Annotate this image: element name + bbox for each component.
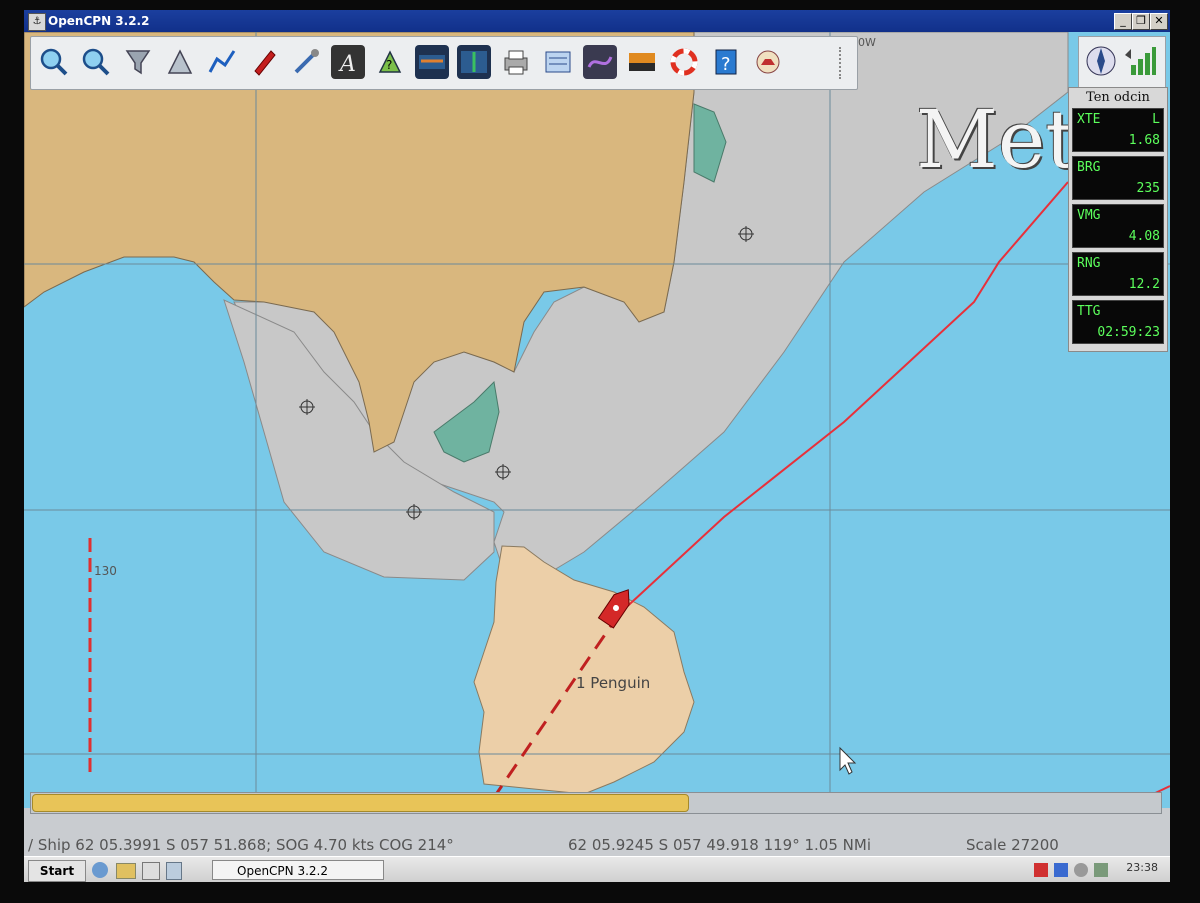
help-icon: ? — [715, 49, 737, 75]
route-manager-icon — [545, 51, 571, 73]
folder-icon[interactable] — [116, 863, 136, 879]
zoom-in-icon — [40, 48, 68, 76]
zoom-in-button[interactable] — [37, 45, 71, 79]
toolbar-grip[interactable] — [839, 47, 847, 79]
ship-status-text: / Ship 62 05.3991 S 057 51.868; SOG 4.70… — [28, 836, 454, 854]
place-name-label: Met — [916, 93, 1078, 186]
taskbar-clock: 23:38 — [1126, 861, 1158, 874]
track-button[interactable] — [583, 45, 617, 79]
route-console[interactable]: Ten odcin XTE L 1.68 BRG 235 VMG 4.08 RN… — [1068, 87, 1168, 352]
route-icon — [208, 50, 236, 73]
rng-value: 12.2 — [1128, 277, 1160, 292]
tools-icon — [294, 49, 319, 74]
scale-button[interactable] — [163, 45, 197, 79]
tray-icon-4[interactable] — [1094, 863, 1108, 877]
svg-text:?: ? — [386, 58, 392, 72]
track-icon — [587, 56, 613, 68]
gps-signal-icon — [1125, 47, 1156, 75]
ship-button[interactable] — [247, 45, 281, 79]
brg-value: 235 — [1136, 181, 1160, 196]
top-longitude-label: 0W — [858, 36, 876, 49]
about-icon — [756, 50, 780, 74]
svg-text:A: A — [338, 52, 356, 77]
cursor-status-text: 62 05.9245 S 057 49.918 119° 1.05 NMi — [568, 836, 871, 854]
opencpn-launcher-icon[interactable] — [142, 862, 160, 880]
text-button[interactable]: A — [331, 45, 365, 79]
text-icon: A — [338, 52, 356, 77]
tray-icon-1[interactable] — [1034, 863, 1048, 877]
network-icon[interactable] — [1054, 863, 1068, 877]
ais-icon: ? — [378, 50, 402, 73]
color-scheme-icon — [629, 53, 655, 71]
compass-button[interactable] — [1085, 45, 1117, 77]
ais-button[interactable]: ? — [373, 45, 407, 79]
os-taskbar: Start OpenCPN 3.2.2 23:38 — [24, 856, 1170, 882]
mob-icon — [670, 48, 698, 76]
current-icon — [461, 51, 487, 73]
chart-canvas[interactable]: Met 1 Penguin 0W 130 82 — [24, 32, 1170, 808]
about-button[interactable] — [751, 45, 785, 79]
current-button[interactable] — [457, 45, 491, 79]
svg-text:?: ? — [721, 54, 731, 75]
zoom-out-button[interactable] — [79, 45, 113, 79]
brg-label: BRG — [1077, 160, 1101, 175]
print-button[interactable] — [499, 45, 533, 79]
xte-box: XTE L 1.68 — [1072, 108, 1164, 152]
compass-icon — [1086, 46, 1116, 76]
window-title: OpenCPN 3.2.2 — [48, 14, 150, 28]
restore-button[interactable]: ❐ — [1132, 13, 1150, 30]
desktop-screen: ⚓ OpenCPN 3.2.2 _ ❐ ✕ Met 1 Penguin 0W 1… — [24, 10, 1170, 882]
tide-button[interactable] — [415, 45, 449, 79]
vmg-box: VMG 4.08 — [1072, 204, 1164, 248]
island-name-label: 1 Penguin — [576, 674, 651, 692]
ship-icon — [254, 50, 276, 76]
close-button[interactable]: ✕ — [1150, 13, 1168, 30]
route-manager-button[interactable] — [541, 45, 575, 79]
route-console-title: Ten odcin — [1086, 90, 1150, 105]
rng-box: RNG 12.2 — [1072, 252, 1164, 296]
start-button[interactable]: Start — [28, 860, 86, 882]
brg-box: BRG 235 — [1072, 156, 1164, 200]
browser-icon[interactable] — [92, 862, 108, 878]
vmg-value: 4.08 — [1128, 229, 1160, 244]
ttg-value: 02:59:23 — [1097, 325, 1160, 340]
gps-status-button[interactable] — [1123, 45, 1157, 77]
zoom-out-icon — [82, 48, 110, 76]
app-icon: ⚓ — [28, 13, 46, 31]
title-bar: ⚓ OpenCPN 3.2.2 _ ❐ ✕ — [24, 10, 1170, 32]
xte-label: XTE — [1077, 112, 1101, 127]
xte-value: 1.68 — [1128, 133, 1160, 148]
chart-quilt-icon — [125, 50, 151, 75]
route-button[interactable] — [205, 45, 239, 79]
tide-icon — [419, 55, 445, 69]
scale-icon — [167, 49, 193, 74]
tools-button[interactable] — [289, 45, 323, 79]
chart-bar-fill — [32, 794, 689, 812]
chart-quilt-button[interactable] — [121, 45, 155, 79]
minimize-button[interactable]: _ — [1114, 13, 1132, 30]
vmg-label: VMG — [1077, 208, 1101, 223]
ttg-label: TTG — [1077, 304, 1101, 319]
rng-label: RNG — [1077, 256, 1101, 271]
print-icon — [504, 50, 528, 75]
volume-icon[interactable] — [1074, 863, 1088, 877]
main-toolbar: A ? ? — [30, 36, 858, 90]
ttg-box: TTG 02:59:23 — [1072, 300, 1164, 344]
help-button[interactable]: ? — [709, 45, 743, 79]
scale-status-text: Scale 27200 — [966, 836, 1059, 854]
mob-button[interactable] — [667, 45, 701, 79]
status-bar: / Ship 62 05.3991 S 057 51.868; SOG 4.70… — [24, 834, 1170, 856]
file-icon[interactable] — [166, 862, 182, 880]
taskbar-opencpn[interactable]: OpenCPN 3.2.2 — [212, 860, 384, 880]
xte-side: L — [1152, 112, 1160, 127]
depth-scale-label: 130 — [94, 564, 117, 578]
status-tools — [1078, 36, 1166, 88]
color-scheme-button[interactable] — [625, 45, 659, 79]
